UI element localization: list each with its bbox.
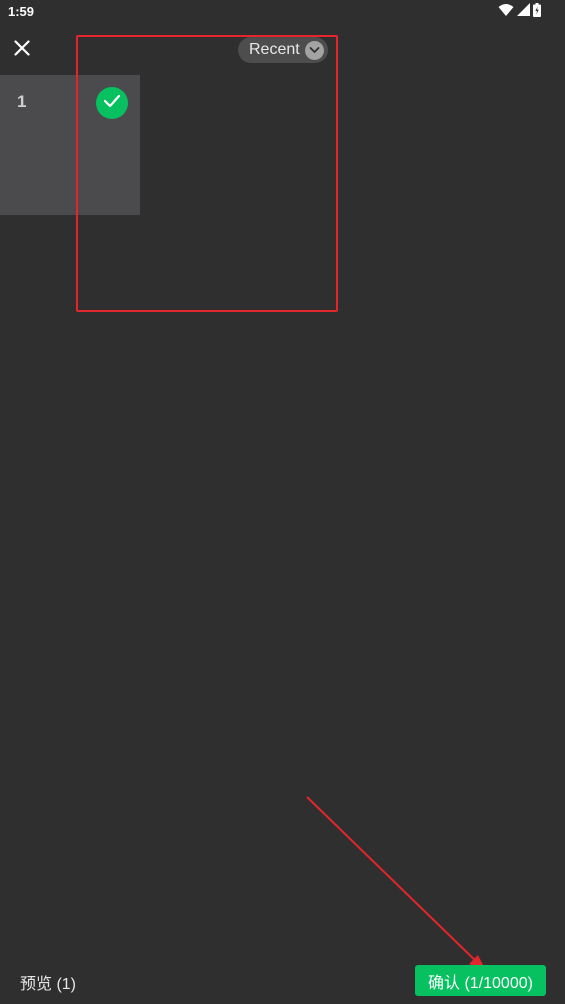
battery-icon xyxy=(533,2,541,22)
album-selector[interactable]: Recent xyxy=(238,37,328,63)
close-button[interactable] xyxy=(8,36,36,64)
grid-item-number: 1 xyxy=(17,92,27,111)
confirm-button[interactable]: 确认 (1/10000) xyxy=(415,965,546,996)
album-selector-label: Recent xyxy=(249,41,300,58)
preview-button[interactable]: 预览 (1) xyxy=(20,970,76,994)
photo-picker-screen: 1:59 Recent 1 预览 (1) 确认 (1/10000) xyxy=(0,0,565,1004)
status-time: 1:59 xyxy=(8,4,35,19)
status-icons xyxy=(498,2,541,22)
chevron-down-icon xyxy=(304,40,324,60)
status-bar: 1:59 xyxy=(0,0,565,24)
wifi-icon xyxy=(498,3,514,22)
cellular-signal-icon xyxy=(517,3,530,21)
checkmark-icon xyxy=(103,94,121,113)
selection-check-button[interactable] xyxy=(96,87,128,119)
close-icon xyxy=(14,39,30,61)
